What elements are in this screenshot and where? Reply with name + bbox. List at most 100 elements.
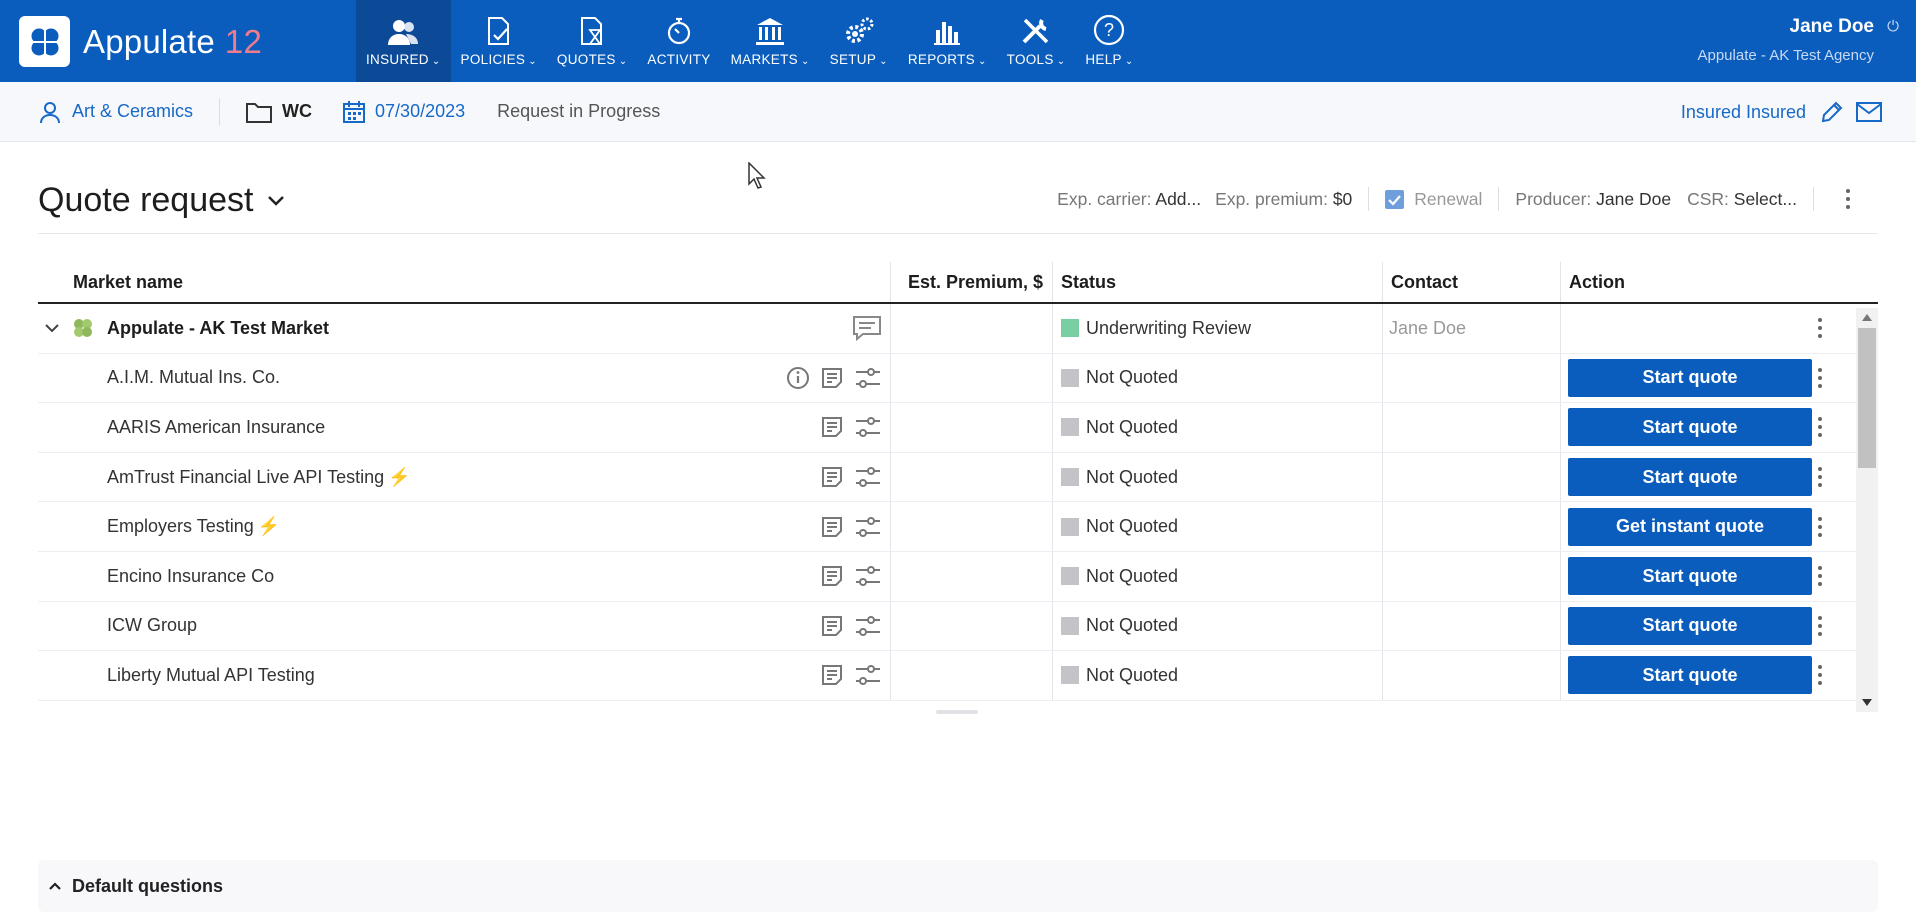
contact-cell: [1382, 551, 1560, 601]
start-quote-button[interactable]: Start quote: [1568, 358, 1812, 397]
notes-icon[interactable]: [820, 465, 844, 489]
action-cell: Start quote: [1560, 651, 1860, 700]
scroll-thumb[interactable]: [1858, 328, 1876, 468]
status-text: Not Quoted: [1086, 416, 1179, 437]
reports-icon: [934, 22, 961, 45]
row-more-menu[interactable]: [1818, 367, 1824, 388]
row-more-menu[interactable]: [1818, 615, 1824, 636]
row-more-menu[interactable]: [1818, 665, 1824, 686]
contact-cell[interactable]: Jane Doe: [1382, 304, 1560, 353]
exp-carrier[interactable]: Exp. carrier: Add...: [1057, 189, 1201, 210]
default-questions-section[interactable]: Default questions: [38, 860, 1878, 912]
insured-link[interactable]: Art & Ceramics: [38, 100, 193, 124]
nav-activity[interactable]: ACTIVITY: [637, 0, 720, 82]
nav-policies[interactable]: POLICIES ⌄: [451, 0, 547, 82]
renewal-checkbox[interactable]: Renewal: [1385, 189, 1482, 210]
settings-sliders-icon[interactable]: [854, 415, 882, 439]
start-quote-button[interactable]: Start quote: [1568, 606, 1812, 645]
market-row[interactable]: Encino Insurance Co Not Quoted Start quo…: [38, 551, 1878, 602]
producer[interactable]: Producer: Jane Doe: [1515, 189, 1671, 210]
table-scrollbar[interactable]: [1856, 308, 1878, 712]
nav-markets[interactable]: MARKETS ⌄: [721, 0, 820, 82]
get-instant-quote-button[interactable]: Get instant quote: [1568, 507, 1812, 546]
notes-icon[interactable]: [820, 415, 844, 439]
action-cell: [1560, 304, 1860, 353]
start-quote-button[interactable]: Start quote: [1568, 408, 1812, 447]
folder-icon: [246, 102, 273, 123]
row-more-menu[interactable]: [1818, 566, 1824, 587]
column-market-name[interactable]: Market name: [38, 262, 890, 302]
market-row[interactable]: Employers Testing ⚡ Not Quoted Get instan…: [38, 502, 1878, 552]
market-row[interactable]: AmTrust Financial Live API Testing ⚡ Not …: [38, 452, 1878, 503]
settings-sliders-icon[interactable]: [854, 465, 882, 489]
chevron-down-icon[interactable]: [44, 323, 60, 333]
section-title: Default questions: [72, 875, 224, 896]
chevron-down-icon: ⌄: [528, 56, 537, 67]
market-row[interactable]: ICW Group Not Quoted Start quote: [38, 601, 1878, 652]
page-more-menu[interactable]: [1846, 189, 1852, 209]
row-more-menu[interactable]: [1818, 467, 1824, 488]
table-header: Market name Est. Premium, $ Status Conta…: [38, 262, 1878, 304]
nav-tools[interactable]: TOOLS ⌄: [997, 0, 1076, 82]
mail-icon[interactable]: [1856, 102, 1882, 122]
market-row[interactable]: Liberty Mutual API Testing Not Quoted St…: [38, 651, 1878, 701]
row-more-menu[interactable]: [1818, 318, 1824, 339]
settings-sliders-icon[interactable]: [854, 663, 882, 687]
column-action[interactable]: Action: [1560, 262, 1860, 302]
activity-icon: [667, 17, 691, 45]
row-more-menu[interactable]: [1818, 516, 1824, 537]
power-icon[interactable]: ⏻: [1887, 18, 1899, 35]
notes-icon[interactable]: [820, 366, 844, 390]
csr[interactable]: CSR: Select...: [1687, 189, 1797, 210]
notes-icon[interactable]: [820, 614, 844, 638]
nav-quotes[interactable]: QUOTES ⌄: [547, 0, 638, 82]
contact-cell: [1382, 601, 1560, 651]
svg-text:?: ?: [1104, 20, 1114, 40]
insured-contact: Insured Insured: [1681, 82, 1882, 142]
column-status[interactable]: Status: [1052, 262, 1382, 302]
market-row[interactable]: A.I.M. Mutual Ins. Co. Not Quoted Start …: [38, 353, 1878, 404]
resize-handle[interactable]: [936, 710, 978, 714]
nav-label: REPORTS: [907, 52, 975, 67]
nav-reports[interactable]: REPORTS ⌄: [898, 0, 997, 82]
info-icon[interactable]: [786, 366, 810, 390]
nav-help[interactable]: ? HELP ⌄: [1075, 0, 1143, 82]
status-text: Not Quoted: [1086, 615, 1179, 636]
notes-icon[interactable]: [820, 515, 844, 539]
market-group-row[interactable]: Appulate - AK Test Market Underwriting R…: [38, 304, 1878, 354]
notes-icon[interactable]: [820, 663, 844, 687]
settings-sliders-icon[interactable]: [854, 564, 882, 588]
line-of-business[interactable]: WC: [246, 101, 312, 123]
user-menu[interactable]: Jane Doe Appulate - AK Test Agency ⏻: [1697, 16, 1899, 64]
notes-icon[interactable]: [820, 564, 844, 588]
table-body[interactable]: Appulate - AK Test Market Underwriting R…: [38, 304, 1878, 704]
action-cell: Start quote: [1560, 353, 1860, 403]
scroll-down-arrow-icon[interactable]: [1862, 699, 1872, 706]
effective-date[interactable]: 07/30/2023: [342, 100, 465, 124]
scroll-up-arrow-icon[interactable]: [1862, 314, 1872, 321]
renewal-label: Renewal: [1414, 188, 1483, 209]
settings-sliders-icon[interactable]: [854, 515, 882, 539]
app-logo[interactable]: Appulate 12: [19, 16, 262, 67]
insured-contact-name[interactable]: Insured Insured: [1681, 102, 1806, 123]
edit-icon[interactable]: [1820, 100, 1844, 124]
start-quote-button[interactable]: Start quote: [1568, 458, 1812, 497]
market-row[interactable]: AARIS American Insurance Not Quoted Star…: [38, 403, 1878, 453]
settings-sliders-icon[interactable]: [854, 366, 882, 390]
start-quote-button[interactable]: Start quote: [1568, 656, 1812, 695]
row-more-menu[interactable]: [1818, 417, 1824, 438]
premium-cell: [890, 651, 1052, 700]
nav-setup[interactable]: SETUP ⌄: [820, 0, 898, 82]
column-est-premium[interactable]: Est. Premium, $: [890, 262, 1052, 302]
column-contact[interactable]: Contact: [1382, 262, 1560, 302]
premium-cell: [890, 353, 1052, 403]
chat-icon[interactable]: [852, 315, 882, 342]
nav-insured[interactable]: INSURED ⌄: [356, 0, 451, 82]
page-title[interactable]: Quote request: [38, 181, 285, 220]
status-indicator-grey: [1061, 468, 1079, 487]
settings-sliders-icon[interactable]: [854, 614, 882, 638]
action-cell: Start quote: [1560, 403, 1860, 452]
exp-premium[interactable]: Exp. premium: $0: [1215, 189, 1352, 210]
market-name: A.I.M. Mutual Ins. Co.: [107, 367, 281, 388]
start-quote-button[interactable]: Start quote: [1568, 557, 1812, 596]
